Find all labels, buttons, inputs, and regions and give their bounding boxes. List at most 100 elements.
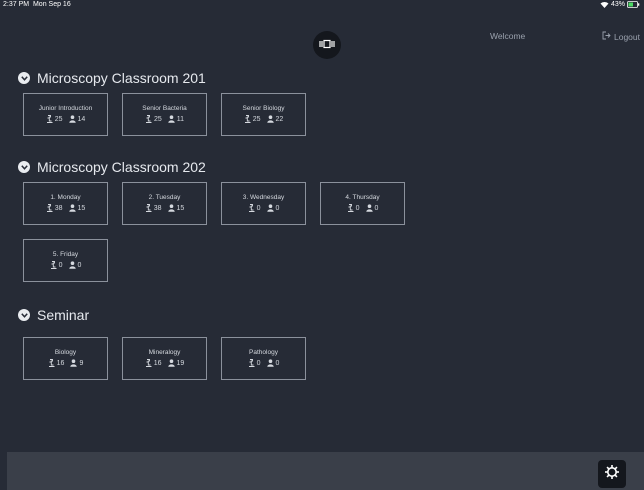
user-count: 0 (266, 204, 280, 212)
course-tile[interactable]: Senior Biology 25 22 (221, 93, 306, 136)
slide-count: 0 (248, 359, 261, 367)
user-count: 19 (167, 359, 185, 367)
course-name: 3. Wednesday (242, 194, 285, 201)
section-title: Microscopy Classroom 202 (37, 159, 206, 175)
course-tile[interactable]: Senior Bacteria 25 11 (122, 93, 207, 136)
course-stats: 25 22 (222, 115, 305, 123)
course-name: 4. Thursday (345, 194, 380, 201)
slide-count-value: 16 (56, 359, 65, 367)
course-stats: 0 0 (222, 204, 305, 212)
slide-count-value: 0 (256, 204, 261, 212)
course-name: 2. Tuesday (148, 194, 181, 201)
course-name: Senior Bacteria (142, 105, 187, 112)
user-count-value: 11 (176, 115, 185, 123)
microscope-slide-icon (248, 359, 255, 367)
course-stats: 38 15 (123, 204, 206, 212)
user-count: 14 (68, 115, 85, 123)
course-name: Junior Introduction (38, 105, 93, 112)
user-icon (365, 204, 373, 212)
user-count-value: 0 (374, 204, 379, 212)
slide-count: 16 (48, 359, 65, 367)
chevron-down-circle-icon (18, 72, 30, 84)
user-icon (266, 115, 274, 123)
course-tile[interactable]: 1. Monday 38 15 (23, 182, 108, 225)
course-stats: 16 19 (123, 359, 206, 367)
course-tile[interactable]: 4. Thursday 0 0 (320, 182, 405, 225)
slide-count-value: 25 (54, 115, 63, 123)
course-stats: 0 0 (222, 359, 305, 367)
course-tile[interactable]: Pathology 0 0 (221, 337, 306, 380)
course-stats: 25 14 (24, 115, 107, 123)
slide-count: 25 (145, 115, 162, 123)
section-header[interactable]: Seminar (18, 307, 89, 323)
user-count: 0 (68, 261, 82, 269)
course-stats: 0 0 (321, 204, 404, 212)
chevron-down-circle-icon (18, 309, 30, 321)
course-stats: 38 15 (24, 204, 107, 212)
microscope-slide-icon (145, 204, 152, 212)
user-count-value: 0 (77, 261, 82, 269)
bottom-toolbar (7, 452, 644, 490)
microscope-slide-icon (145, 115, 152, 123)
user-count-value: 0 (275, 204, 280, 212)
course-name: 5. Friday (52, 251, 79, 258)
wifi-icon (600, 1, 609, 8)
status-date: Mon Sep 16 (32, 1, 71, 8)
user-icon (167, 359, 175, 367)
course-tile[interactable]: 3. Wednesday 0 0 (221, 182, 306, 225)
course-name: 1. Monday (50, 194, 81, 201)
section-header[interactable]: Microscopy Classroom 202 (18, 159, 206, 175)
settings-button[interactable] (598, 460, 626, 488)
user-count: 22 (266, 115, 284, 123)
user-icon (266, 359, 274, 367)
battery-icon (627, 1, 640, 8)
slide-count-value: 38 (153, 204, 162, 212)
course-tile[interactable]: Biology 16 9 (23, 337, 108, 380)
user-icon (68, 204, 76, 212)
screen: 2:37 PM Mon Sep 16 43% Welcome Logout Mi… (0, 0, 644, 490)
section-title: Microscopy Classroom 201 (37, 70, 206, 86)
status-time-date: 2:37 PM Mon Sep 16 (3, 1, 71, 8)
user-icon (167, 204, 175, 212)
course-tile[interactable]: Mineralogy 16 19 (122, 337, 207, 380)
course-tile[interactable]: 5. Friday 0 0 (23, 239, 108, 282)
microscope-slide-icon (50, 261, 57, 269)
slide-count: 0 (50, 261, 63, 269)
microscope-slide-icon (46, 115, 53, 123)
logout-icon (602, 31, 611, 42)
microscope-slide-icon (145, 359, 152, 367)
slide-count-value: 16 (153, 359, 162, 367)
course-name: Senior Biology (242, 105, 285, 112)
course-stats: 0 0 (24, 261, 107, 269)
logout-button[interactable]: Logout (602, 31, 640, 42)
course-stats: 16 9 (24, 359, 107, 367)
course-stats: 25 11 (123, 115, 206, 123)
user-count-value: 19 (176, 359, 185, 367)
slide-count: 0 (347, 204, 360, 212)
user-count-value: 15 (77, 204, 86, 212)
microscope-slide-icon (46, 204, 53, 212)
status-indicators: 43% (600, 1, 640, 8)
course-tile[interactable]: Junior Introduction 25 14 (23, 93, 108, 136)
user-icon (68, 261, 76, 269)
user-count: 11 (168, 115, 184, 123)
user-icon (68, 115, 76, 123)
user-count-value: 22 (275, 115, 284, 123)
gear-icon (604, 464, 620, 485)
microscope-camera-icon (319, 36, 335, 54)
user-count: 0 (266, 359, 280, 367)
slide-count: 16 (145, 359, 162, 367)
microscope-slide-icon (347, 204, 354, 212)
battery-percent: 43% (610, 1, 625, 8)
user-count-value: 0 (275, 359, 280, 367)
slide-count-value: 25 (153, 115, 162, 123)
live-view-button[interactable] (313, 31, 341, 59)
slide-count: 38 (145, 204, 162, 212)
user-count-value: 15 (176, 204, 185, 212)
course-tile[interactable]: 2. Tuesday 38 15 (122, 182, 207, 225)
course-name: Biology (54, 349, 77, 356)
user-count-value: 9 (79, 359, 84, 367)
welcome-text: Welcome (490, 31, 526, 41)
section-header[interactable]: Microscopy Classroom 201 (18, 70, 206, 86)
microscope-slide-icon (244, 115, 251, 123)
